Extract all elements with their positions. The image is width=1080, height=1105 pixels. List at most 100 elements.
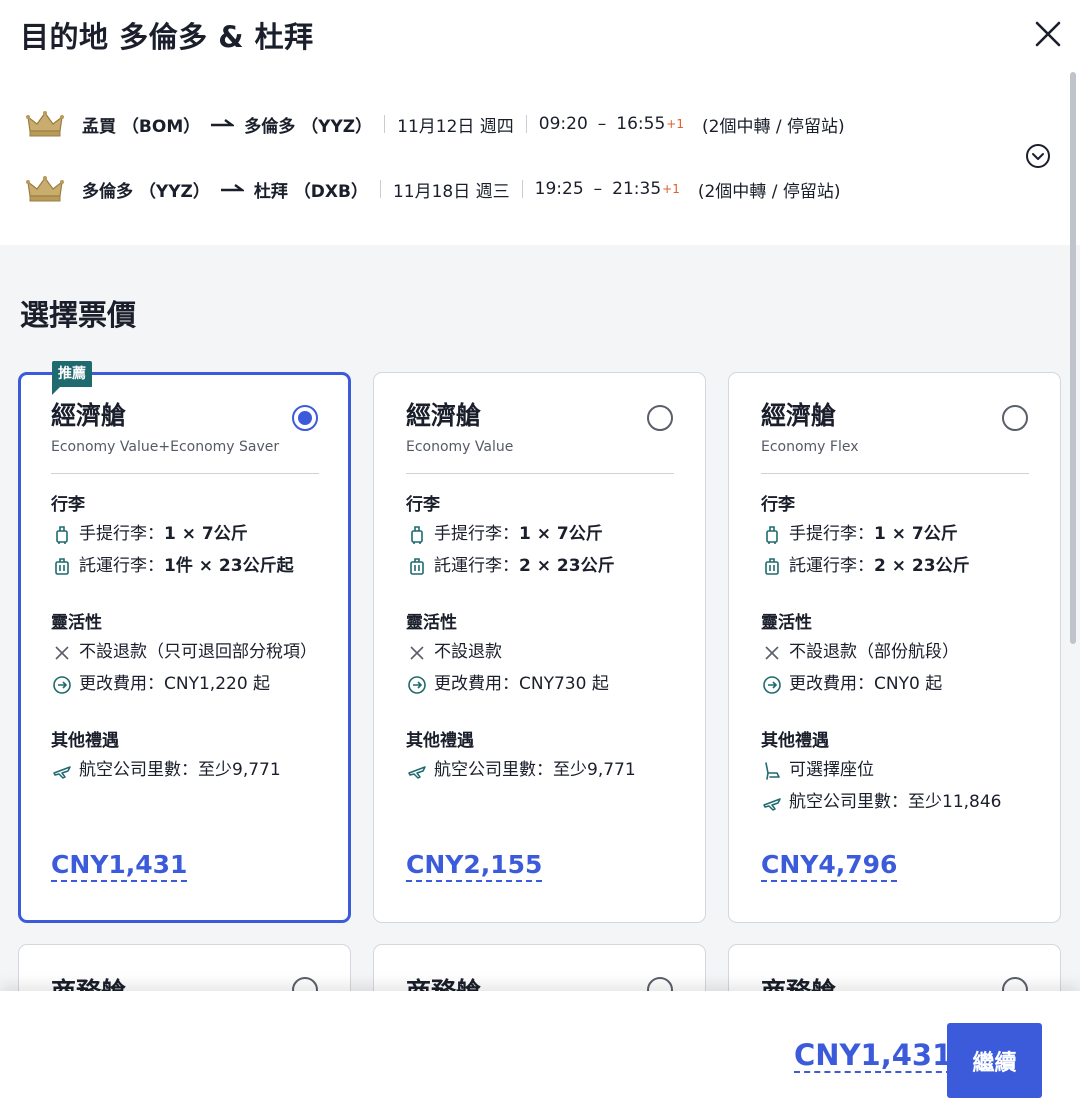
airline-miles-icon [763,798,781,811]
cabin-class: 經濟艙 [761,401,837,430]
flexibility-title: 靈活性 [51,613,102,633]
itinerary-segment-1: 孟買 （BOM） 多倫多 （YYZ） 11月12日 週四 09:20 – 16:… [26,106,986,142]
expand-itinerary-button[interactable] [1024,142,1052,170]
continue-button[interactable]: 繼續 [947,1023,1042,1098]
checked-bag-row: 託運行李：2 × 23公斤 [761,555,1029,578]
carry-on-label: 手提行李： [79,524,164,544]
miles-text: 航空公司里數：至少9,771 [434,760,636,780]
carry-on-bag-icon [411,526,423,544]
change-flight-icon [763,676,781,694]
checked-bag-icon [55,558,69,575]
refund-row: 不設退款（只可退回部分稅項） [51,641,319,664]
checked-bag-row: 託運行李：2 × 23公斤 [406,555,674,578]
itinerary-segment-2: 多倫多 （YYZ） 杜拜 （DXB） 11月18日 週三 19:25 – 21:… [26,171,986,207]
checked-bag-icon [410,558,424,575]
fare-card-economy-flex[interactable]: 經濟艙 Economy Flex 行李 手提行李：1 × 7公斤 託運行李：2 … [728,372,1061,923]
refund-text: 不設退款（只可退回部分稅項） [79,642,317,662]
cross-icon [55,646,69,660]
divider [521,180,523,198]
checked-bag-label: 託運行李： [434,556,519,576]
cabin-class: 經濟艙 [406,401,482,430]
carry-on-label: 手提行李： [789,524,874,544]
change-fee-text: 更改費用：CNY730 起 [434,674,609,694]
perks-title: 其他禮遇 [51,731,119,751]
change-fee-text: 更改費用：CNY1,220 起 [79,674,271,694]
segment-depart-time: 09:20 [538,114,588,134]
fare-name: Economy Value+Economy Saver [51,439,280,455]
carry-on-row: 手提行李：1 × 7公斤 [406,523,674,546]
segment-destination: 杜拜 （DXB） [253,181,368,202]
crown-icon [26,176,64,202]
refund-row: 不設退款 [406,641,674,664]
carry-on-bag-icon [766,526,778,544]
checked-bag-icon [765,558,779,575]
miles-row: 航空公司里數：至少11,846 [761,791,1029,814]
miles-text: 航空公司里數：至少9,771 [79,760,281,780]
carry-on-bag-icon [56,526,68,544]
arrow-right-icon [211,119,235,127]
fare-price[interactable]: CNY4,796 [761,851,898,882]
segment-date: 11月18日 週三 [392,181,510,202]
fare-card-economy-value-saver[interactable]: 推薦 經濟艙 Economy Value+Economy Saver 行李 手提… [18,361,351,923]
baggage-title: 行李 [51,495,85,515]
close-icon [1035,21,1061,47]
change-fee-text: 更改費用：CNY0 起 [789,674,943,694]
day-offset: +1 [662,182,680,196]
miles-text: 航空公司里數：至少11,846 [789,792,1002,812]
flexibility-title: 靈活性 [761,613,812,633]
page-title: 目的地 多倫多 & 杜拜 [20,20,314,54]
divider [384,115,386,133]
divider [406,473,674,474]
divider [379,180,381,198]
arrow-right-icon [220,184,244,192]
fare-card-economy-value[interactable]: 經濟艙 Economy Value 行李 手提行李：1 × 7公斤 託運行李：2… [373,372,706,923]
divider [761,473,1029,474]
segment-depart-time: 19:25 [534,179,584,199]
segment-origin: 多倫多 （YYZ） [82,181,210,202]
fare-name: Economy Value [406,439,514,455]
fare-name: Economy Flex [761,439,859,455]
change-flight-icon [408,676,426,694]
cross-icon [765,646,779,660]
checked-bag-row: 託運行李：1件 × 23公斤起 [51,555,319,578]
footer-bar: CNY1,431 繼續 [0,991,1080,1105]
perks-title: 其他禮遇 [761,731,829,751]
close-button[interactable] [1026,14,1070,54]
change-fee-row: 更改費用：CNY730 起 [406,673,674,696]
change-fee-row: 更改費用：CNY0 起 [761,673,1029,696]
recommended-badge: 推薦 [52,361,92,395]
carry-on-value: 1 × 7公斤 [164,524,248,544]
checked-bag-label: 託運行李： [79,556,164,576]
fare-price[interactable]: CNY1,431 [51,851,188,882]
time-dash: – [593,179,603,199]
checked-bag-value: 2 × 23公斤 [874,556,970,576]
divider [525,115,527,133]
baggage-title: 行李 [406,495,440,515]
fare-price[interactable]: CNY2,155 [406,851,543,882]
total-price[interactable]: CNY1,431 [794,1039,953,1073]
segment-stops: (2個中轉 / 停留站) [697,181,841,202]
checked-bag-value: 1件 × 23公斤起 [164,556,294,576]
cabin-class: 經濟艙 [51,401,127,430]
segment-arrive-time: 21:35 [612,179,662,199]
perks-title: 其他禮遇 [406,731,474,751]
change-fee-row: 更改費用：CNY1,220 起 [51,673,319,696]
scrollbar-thumb[interactable] [1070,72,1076,644]
airline-miles-icon [53,766,71,779]
segment-arrive-time: 16:55 [616,114,666,134]
flexibility-title: 靈活性 [406,613,457,633]
carry-on-value: 1 × 7公斤 [874,524,958,544]
segment-origin: 孟買 （BOM） [82,116,201,137]
segment-date: 11月12日 週四 [397,116,514,137]
baggage-title: 行李 [761,495,795,515]
day-offset: +1 [666,117,684,131]
carry-on-label: 手提行李： [434,524,519,544]
crown-icon [26,111,64,137]
carry-on-row: 手提行李：1 × 7公斤 [51,523,319,546]
divider [51,473,319,474]
checked-bag-value: 2 × 23公斤 [519,556,615,576]
seat-icon [765,762,780,780]
change-flight-icon [53,676,71,694]
carry-on-value: 1 × 7公斤 [519,524,603,544]
chevron-down-circle-icon [1026,144,1050,168]
